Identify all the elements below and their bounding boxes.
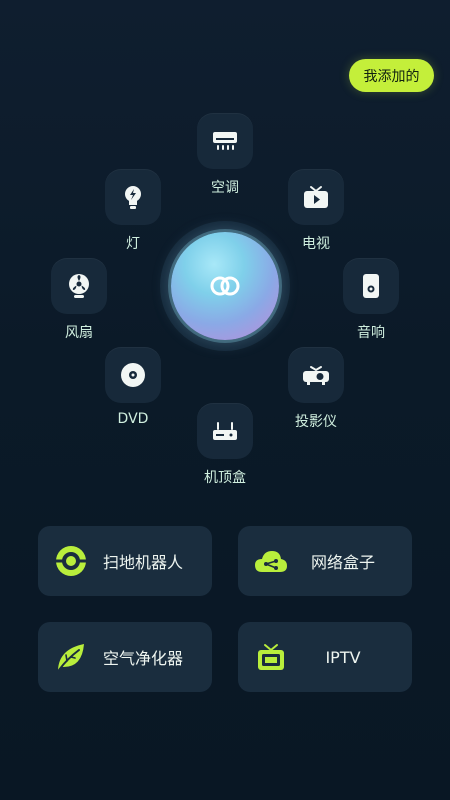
light-bulb-icon [125, 186, 141, 209]
device-label: 风扇 [65, 325, 93, 341]
card-label: 网络盒子 [310, 553, 375, 572]
hub-button[interactable] [171, 232, 279, 340]
dvd-tile[interactable] [105, 347, 161, 403]
device-label: 空调 [211, 180, 239, 196]
robot-vacuum-icon [56, 546, 86, 576]
cloud-network-icon [255, 551, 287, 572]
device-set-top-box[interactable]: 机顶盒 [180, 403, 270, 493]
card-network-box[interactable]: 网络盒子 [238, 526, 412, 596]
my-added-button[interactable]: 我添加的 [349, 59, 434, 92]
speaker-tile[interactable] [343, 258, 399, 314]
card-robot-vacuum[interactable]: 扫地机器人 [38, 526, 212, 596]
device-tv[interactable]: 电视 [271, 169, 361, 259]
set-top-box-tile[interactable] [197, 403, 253, 459]
projector-icon [303, 366, 329, 385]
device-speaker[interactable]: 音响 [326, 258, 416, 348]
card-label: 扫地机器人 [102, 553, 183, 572]
card-air-purifier[interactable]: 空气净化器 [38, 622, 212, 692]
card-label: IPTV [325, 647, 361, 667]
disc-icon [121, 363, 145, 387]
air-conditioner-icon [213, 132, 237, 150]
tv-icon [304, 186, 328, 208]
light-tile[interactable] [105, 169, 161, 225]
device-label: 音响 [357, 325, 385, 341]
device-light[interactable]: 灯 [88, 169, 178, 259]
projector-tile[interactable] [288, 347, 344, 403]
speaker-icon [363, 274, 379, 298]
fan-icon [69, 274, 89, 298]
device-fan[interactable]: 风扇 [34, 258, 124, 348]
iptv-icon [258, 644, 284, 670]
device-label: DVD [117, 411, 149, 427]
tv-tile[interactable] [288, 169, 344, 225]
air-conditioner-tile[interactable] [197, 113, 253, 169]
card-label: 空气净化器 [102, 649, 183, 668]
device-label: 投影仪 [295, 414, 337, 430]
device-projector[interactable]: 投影仪 [271, 347, 361, 437]
device-dvd[interactable]: DVD [88, 347, 178, 437]
device-air-conditioner[interactable]: 空调 [180, 113, 270, 203]
device-label: 机顶盒 [204, 470, 246, 486]
link-rings-icon [210, 276, 240, 296]
set-top-box-icon [213, 422, 237, 440]
leaf-icon [58, 644, 84, 671]
card-iptv[interactable]: IPTV [238, 622, 412, 692]
device-label: 电视 [302, 236, 330, 252]
device-label: 灯 [126, 236, 140, 252]
fan-tile[interactable] [51, 258, 107, 314]
